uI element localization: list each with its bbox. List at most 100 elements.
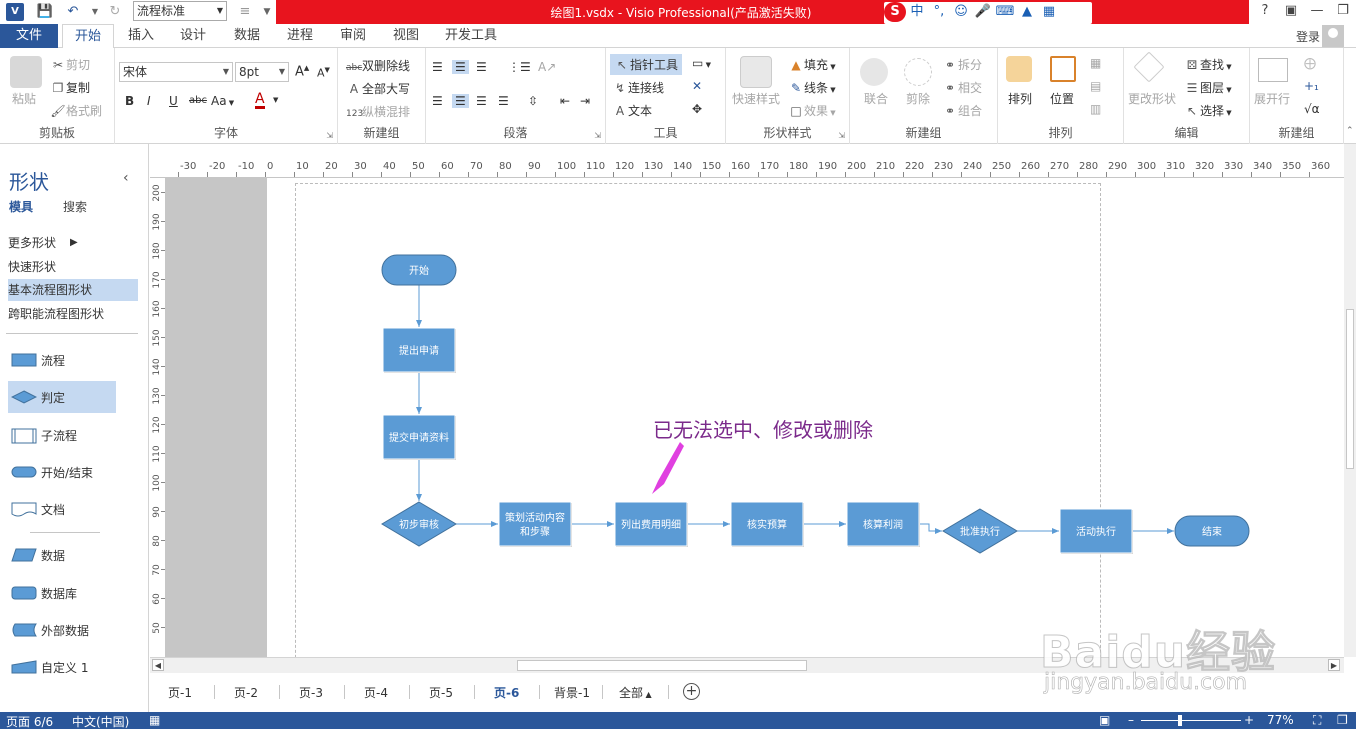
flow-node-n2[interactable]: 提交申请资料 <box>382 414 456 460</box>
undo-icon[interactable]: ↶ <box>64 3 82 21</box>
page-tab-background-1[interactable]: 背景-1 <box>554 684 590 701</box>
zoom-slider-thumb[interactable] <box>1178 715 1182 726</box>
chevron-left-icon[interactable]: ‹ <box>123 170 129 186</box>
tab-stencils[interactable]: 模具 <box>9 198 33 215</box>
double-strike-button[interactable]: 双删除线 <box>362 59 410 73</box>
shape-external-data[interactable]: 外部数据 <box>8 614 116 646</box>
flow-node-n6[interactable]: 核实预算 <box>730 501 804 547</box>
ime-emoji-icon[interactable]: ☺ <box>950 2 972 22</box>
group-icon[interactable]: ▦ <box>1090 56 1101 70</box>
flow-node-n5[interactable]: 列出费用明细 <box>614 501 688 547</box>
dialog-launcher-icon[interactable]: ⇲ <box>594 131 601 140</box>
shape-data[interactable]: 数据 <box>8 539 116 571</box>
copy-button[interactable]: 复制 <box>66 81 90 95</box>
ime-punct-icon[interactable]: °, <box>928 2 950 22</box>
horizontal-scrollbar[interactable]: ◀ ▶ <box>150 657 1344 673</box>
basic-flowchart-item[interactable]: 基本流程图形状 <box>8 279 138 301</box>
align-right-icon[interactable]: ☰ <box>476 94 487 108</box>
tab-view[interactable]: 视图 <box>383 24 429 48</box>
tab-search[interactable]: 搜索 <box>63 198 87 215</box>
more-shapes-item[interactable]: 更多形状 ▶ <box>8 232 138 254</box>
tab-review[interactable]: 审阅 <box>330 24 376 48</box>
quick-style-button[interactable]: 快速样式 <box>732 90 780 107</box>
paste-button[interactable]: 粘贴 <box>12 90 36 107</box>
shape-document[interactable]: 文档 <box>8 493 116 525</box>
union-icon[interactable] <box>860 58 888 86</box>
restore-icon[interactable]: ❐ <box>1330 3 1356 21</box>
tab-home[interactable]: 开始 <box>62 24 114 49</box>
arrange-icon[interactable] <box>1006 56 1032 82</box>
presentation-mode-icon[interactable]: ▣ <box>1099 713 1110 727</box>
ime-chinese-icon[interactable]: 中 <box>906 2 928 22</box>
flow-node-n3[interactable]: 初步审核 <box>381 501 457 547</box>
change-shape-button[interactable]: 更改形状 <box>1128 90 1176 107</box>
ime-keyboard-icon[interactable]: ⌨ <box>994 2 1016 22</box>
union-button[interactable]: 联合 <box>864 90 888 107</box>
help-icon[interactable]: ? <box>1252 3 1278 21</box>
scroll-thumb[interactable] <box>517 660 807 671</box>
distribute-icon[interactable]: ▥ <box>1090 102 1101 116</box>
effect-button[interactable]: 效果 <box>804 104 828 118</box>
quick-style-icon[interactable] <box>740 56 772 88</box>
fragment-button[interactable]: 剪除 <box>906 90 930 107</box>
page-tab-5[interactable]: 页-5 <box>429 684 453 701</box>
scroll-thumb[interactable] <box>1346 309 1354 469</box>
close-icon[interactable]: ✕ <box>692 79 702 93</box>
rectangle-icon[interactable]: ▭ ▼ <box>692 56 711 70</box>
line-button[interactable]: 线条 <box>804 81 828 95</box>
avatar[interactable] <box>1322 25 1344 47</box>
chevron-down-icon[interactable]: ▼ <box>273 96 278 104</box>
position-button[interactable]: 位置 <box>1050 90 1074 107</box>
login-link[interactable]: 登录 <box>1296 28 1320 45</box>
ime-mic-icon[interactable]: 🎤 <box>972 2 994 22</box>
align-center-icon[interactable]: ☰ <box>452 94 469 108</box>
save-icon[interactable]: 💾 <box>36 3 54 21</box>
language-indicator[interactable]: 中文(中国) <box>72 713 129 729</box>
justify-icon[interactable]: ☰ <box>498 94 509 108</box>
zoom-level[interactable]: 77% <box>1267 713 1294 727</box>
align-bottom-icon[interactable]: ☰ <box>476 60 487 74</box>
expand-row-button[interactable]: 展开行 <box>1254 90 1290 107</box>
ime-grid-icon[interactable]: ▦ <box>1038 2 1060 22</box>
vertical-scrollbar[interactable] <box>1344 144 1356 657</box>
style-combo[interactable]: 流程标准 ▼ <box>133 1 227 21</box>
all-caps-button[interactable]: 全部大写 <box>362 82 410 96</box>
zoom-slider[interactable] <box>1141 720 1241 721</box>
shape-database[interactable]: 数据库 <box>8 577 116 609</box>
font-color-icon[interactable]: A <box>255 92 265 109</box>
fill-button[interactable]: 填充 <box>804 58 828 72</box>
tab-developer[interactable]: 开发工具 <box>440 24 502 48</box>
flow-node-end[interactable]: 结束 <box>1174 515 1250 547</box>
flow-node-n8[interactable]: 批准执行 <box>942 508 1018 554</box>
increase-indent-icon[interactable]: ⇥ <box>580 94 590 108</box>
strikethrough-icon[interactable]: abc <box>189 95 207 106</box>
connector-button[interactable]: 连接线 <box>628 81 664 95</box>
page-tab-4[interactable]: 页-4 <box>364 684 388 701</box>
ime-skin-icon[interactable]: ▲ <box>1016 2 1038 22</box>
align-icon[interactable]: ▤ <box>1090 79 1101 93</box>
align-top-icon[interactable]: ☰ <box>432 60 443 74</box>
mixed-text-button[interactable]: 纵横混排 <box>362 105 410 119</box>
align-middle-icon[interactable]: ☰ <box>452 60 469 74</box>
customize-qat-icon[interactable]: ▼ <box>258 3 276 21</box>
text-tool-button[interactable]: 文本 <box>628 104 652 118</box>
format-icon[interactable]: ≡ <box>236 3 254 21</box>
expand-row-icon[interactable] <box>1258 58 1288 82</box>
flow-node-n9[interactable]: 活动执行 <box>1059 508 1133 554</box>
format-painter-button[interactable]: 格式刷 <box>66 104 102 118</box>
grow-font-icon[interactable]: A▲ <box>295 64 309 79</box>
collapse-ribbon-icon[interactable]: ⌃ <box>1346 126 1354 136</box>
font-name-combo[interactable]: 宋体 ▼ <box>119 62 233 82</box>
shape-decision[interactable]: 判定 <box>8 381 116 413</box>
scroll-left-icon[interactable]: ◀ <box>152 659 164 671</box>
drawing-canvas[interactable]: 开始 提出申请 提交申请资料 初步审核 策划活动内容 和步骤 列出费用明细 核实预算 核算利润批… <box>166 178 1344 657</box>
tab-process[interactable]: 进程 <box>277 24 323 48</box>
split-button[interactable]: 拆分 <box>958 58 982 72</box>
find-button[interactable]: 查找 <box>1200 58 1224 72</box>
shrink-font-icon[interactable]: A▼ <box>317 66 330 80</box>
fragment-icon[interactable] <box>904 58 932 86</box>
layers-button[interactable]: 图层 <box>1200 81 1224 95</box>
page-tab-all[interactable]: 全部 ▲ <box>619 684 652 701</box>
vertical-text-icon[interactable]: ⇳ <box>528 94 538 108</box>
macro-icon[interactable]: ▦ <box>149 713 160 727</box>
